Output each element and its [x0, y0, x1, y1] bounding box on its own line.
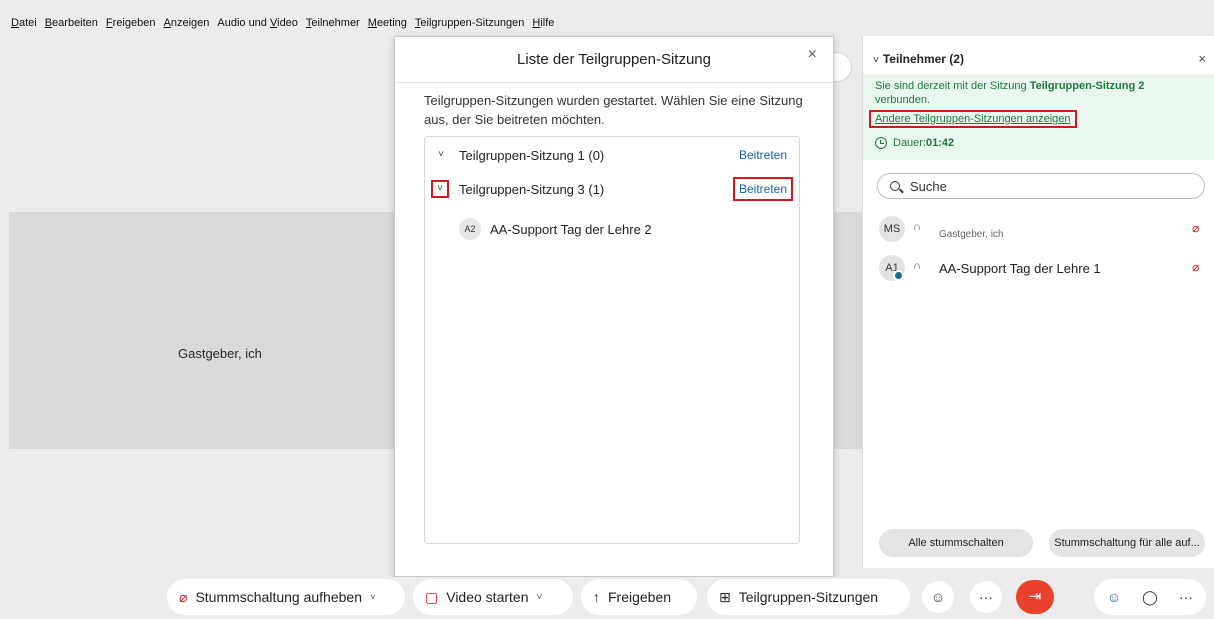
session-duration: Dauer: 01:42: [875, 137, 954, 149]
share-button[interactable]: ↑ Freigeben: [581, 579, 697, 615]
reactions-button[interactable]: ☺: [922, 581, 954, 613]
join-session-3-button[interactable]: Beitreten: [732, 177, 793, 201]
clock-icon: [875, 137, 887, 149]
leave-meeting-button[interactable]: ⇥: [1016, 580, 1054, 614]
panel-toggle-group: ☺ ◯ ···: [1094, 579, 1206, 615]
menu-hilfe[interactable]: Hilfe: [532, 17, 554, 29]
participant-search[interactable]: [877, 173, 1205, 199]
chevron-down-icon: ˅: [873, 55, 879, 66]
participants-icon[interactable]: ☺: [1100, 583, 1128, 611]
menu-meeting[interactable]: Meeting: [368, 17, 407, 29]
chevron-down-icon[interactable]: ˅: [433, 147, 449, 163]
menu-anzeigen[interactable]: Anzeigen: [163, 17, 209, 29]
status-dot-icon: [893, 270, 904, 281]
mute-all-button[interactable]: Alle stummschalten: [879, 529, 1033, 557]
mic-muted-icon[interactable]: ⌀: [1192, 260, 1199, 274]
unmute-button[interactable]: ⌀ Stummschaltung aufheben ˅: [167, 579, 405, 615]
join-session-1-button[interactable]: Beitreten: [739, 148, 787, 162]
video-off-icon: ▢: [425, 588, 439, 605]
participant-name: AA-Support Tag der Lehre 1: [939, 261, 1101, 276]
session-member: A2 AA-Support Tag der Lehre 2: [459, 217, 652, 241]
smiley-icon: ☺: [930, 589, 946, 605]
session-row-3: ˅ Teilgruppen-Sitzung 3 (1) Beitreten: [425, 175, 799, 203]
chevron-down-icon[interactable]: ˅: [370, 592, 376, 603]
menu-bar: Datei Bearbeiten Freigeben Anzeigen Audi…: [0, 0, 1214, 36]
dialog-intro-text: Teilgruppen-Sitzungen wurden gestartet. …: [424, 93, 803, 127]
dialog-close-icon[interactable]: ×: [808, 46, 817, 64]
breakout-notice: Sie sind derzeit mit der Sitzung Teilgru…: [863, 74, 1214, 160]
session-row-1: ˅ Teilgruppen-Sitzung 1 (0) Beitreten: [425, 141, 799, 169]
panel-title[interactable]: ˅ Teilnehmer (2): [873, 52, 964, 66]
breakout-session-list-dialog: Liste der Teilgruppen-Sitzung × Teilgrup…: [394, 36, 834, 577]
avatar: MS: [879, 216, 905, 242]
chat-icon[interactable]: ◯: [1136, 583, 1164, 611]
start-video-button[interactable]: ▢ Video starten ˅: [413, 579, 573, 615]
participant-row-host[interactable]: MS ∩ Gastgeber, ich ⌀: [879, 216, 1209, 242]
participant-role: Gastgeber, ich: [939, 229, 1004, 240]
headset-icon: ∩: [913, 260, 921, 272]
member-name: AA-Support Tag der Lehre 2: [490, 221, 652, 237]
search-input[interactable]: [910, 178, 1170, 194]
participant-row-a1[interactable]: A1 ∩ AA-Support Tag der Lehre 1 ⌀: [879, 255, 1209, 281]
chevron-down-icon[interactable]: ˅: [536, 592, 542, 603]
menu-freigeben[interactable]: Freigeben: [106, 17, 156, 29]
avatar: A1: [879, 255, 905, 281]
search-icon: [890, 181, 900, 191]
session-label: Teilgruppen-Sitzung 1 (0): [459, 147, 605, 163]
menu-audio-video[interactable]: Audio und Video: [217, 17, 298, 29]
stage-host-label: Gastgeber, ich: [178, 346, 262, 361]
menu-datei[interactable]: Datei: [11, 17, 37, 29]
menu-bearbeiten[interactable]: Bearbeiten: [45, 17, 98, 29]
share-icon: ↑: [593, 589, 600, 605]
menu-teilgruppen-sitzungen[interactable]: Teilgruppen-Sitzungen: [415, 17, 524, 29]
leave-icon: ⇥: [1028, 588, 1042, 605]
more-panels-button[interactable]: ···: [1172, 583, 1200, 611]
mic-muted-icon[interactable]: ⌀: [1192, 221, 1199, 235]
headset-icon: ∩: [913, 221, 921, 233]
show-other-sessions-link[interactable]: Andere Teilgruppen-Sitzungen anzeigen: [869, 110, 1077, 128]
more-options-button[interactable]: ···: [970, 581, 1002, 613]
session-label: Teilgruppen-Sitzung 3 (1): [459, 181, 605, 197]
meeting-toolbar: ⌀ Stummschaltung aufheben ˅ ▢ Video star…: [0, 577, 1214, 619]
session-list: ˅ Teilgruppen-Sitzung 1 (0) Beitreten ˅ …: [424, 136, 800, 544]
breakout-sessions-button[interactable]: ⊞ Teilgruppen-Sitzungen: [707, 579, 910, 615]
avatar: A2: [459, 218, 481, 240]
mic-muted-icon: ⌀: [179, 588, 188, 605]
notice-text: Sie sind derzeit mit der Sitzung Teilgru…: [875, 80, 1145, 106]
menu-teilnehmer[interactable]: Teilnehmer: [306, 17, 360, 29]
participants-panel: ˅ Teilnehmer (2) × Sie sind derzeit mit d…: [862, 36, 1214, 568]
grid-icon: ⊞: [719, 588, 731, 605]
panel-close-icon[interactable]: ×: [1198, 51, 1206, 66]
unmute-all-button[interactable]: Stummschaltung für alle auf...: [1049, 529, 1205, 557]
dialog-title: Liste der Teilgruppen-Sitzung: [395, 37, 833, 83]
chevron-down-icon[interactable]: ˅: [431, 180, 449, 198]
